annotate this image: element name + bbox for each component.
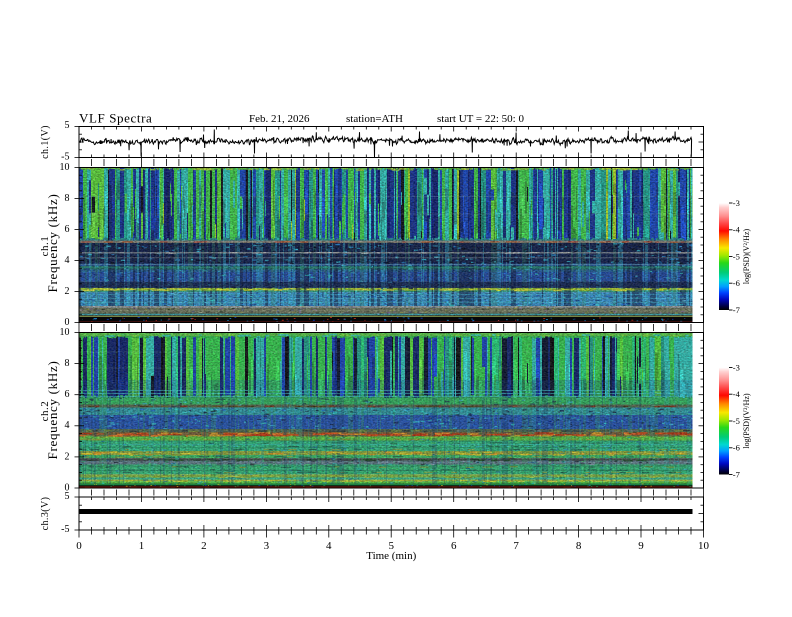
- svg-text:-5: -5: [61, 524, 69, 535]
- svg-text:8: 8: [576, 540, 582, 552]
- svg-text:-7: -7: [733, 469, 740, 479]
- svg-text:-3: -3: [733, 198, 740, 208]
- svg-text:3: 3: [264, 540, 270, 552]
- svg-text:-5: -5: [733, 416, 740, 426]
- svg-text:VLF Spectra: VLF Spectra: [79, 111, 152, 126]
- svg-text:-6: -6: [733, 278, 740, 288]
- svg-text:ch.3(V): ch.3(V): [40, 497, 51, 531]
- svg-text:4: 4: [65, 255, 70, 266]
- svg-text:-5: -5: [733, 251, 740, 261]
- svg-text:-4: -4: [733, 225, 741, 235]
- svg-text:0: 0: [65, 482, 70, 493]
- svg-text:6: 6: [65, 389, 70, 400]
- svg-text:-5: -5: [61, 152, 69, 163]
- svg-text:10: 10: [60, 327, 70, 338]
- svg-text:-3: -3: [733, 362, 740, 372]
- svg-text:Time (min): Time (min): [366, 550, 416, 562]
- svg-text:10: 10: [698, 540, 710, 552]
- svg-text:Frequency (kHz): Frequency (kHz): [45, 194, 60, 293]
- svg-text:Feb. 21, 2026: Feb. 21, 2026: [249, 113, 310, 125]
- svg-text:ch.1(V): ch.1(V): [40, 125, 51, 159]
- svg-text:log(PSD)(V²/Hz): log(PSD)(V²/Hz): [742, 229, 751, 285]
- svg-text:log(PSD)(V²/Hz): log(PSD)(V²/Hz): [742, 393, 751, 449]
- svg-text:-7: -7: [733, 305, 740, 315]
- svg-text:4: 4: [65, 420, 70, 431]
- svg-text:2: 2: [201, 540, 207, 552]
- svg-text:6: 6: [451, 540, 457, 552]
- svg-text:6: 6: [65, 224, 70, 235]
- svg-text:-6: -6: [733, 443, 740, 453]
- svg-text:-4: -4: [733, 389, 741, 399]
- svg-text:4: 4: [326, 540, 332, 552]
- svg-text:10: 10: [60, 162, 70, 173]
- svg-text:7: 7: [513, 540, 519, 552]
- svg-text:2: 2: [65, 451, 70, 462]
- svg-text:0: 0: [76, 540, 82, 552]
- svg-text:8: 8: [65, 358, 70, 369]
- svg-text:5: 5: [65, 120, 70, 131]
- svg-text:1: 1: [139, 540, 145, 552]
- svg-text:2: 2: [65, 286, 70, 297]
- svg-text:8: 8: [65, 193, 70, 204]
- svg-text:Frequency (kHz): Frequency (kHz): [45, 361, 60, 460]
- svg-text:station=ATH: station=ATH: [346, 113, 403, 125]
- svg-text:9: 9: [638, 540, 644, 552]
- svg-text:start UT = 22: 50: 0: start UT = 22: 50: 0: [437, 113, 524, 125]
